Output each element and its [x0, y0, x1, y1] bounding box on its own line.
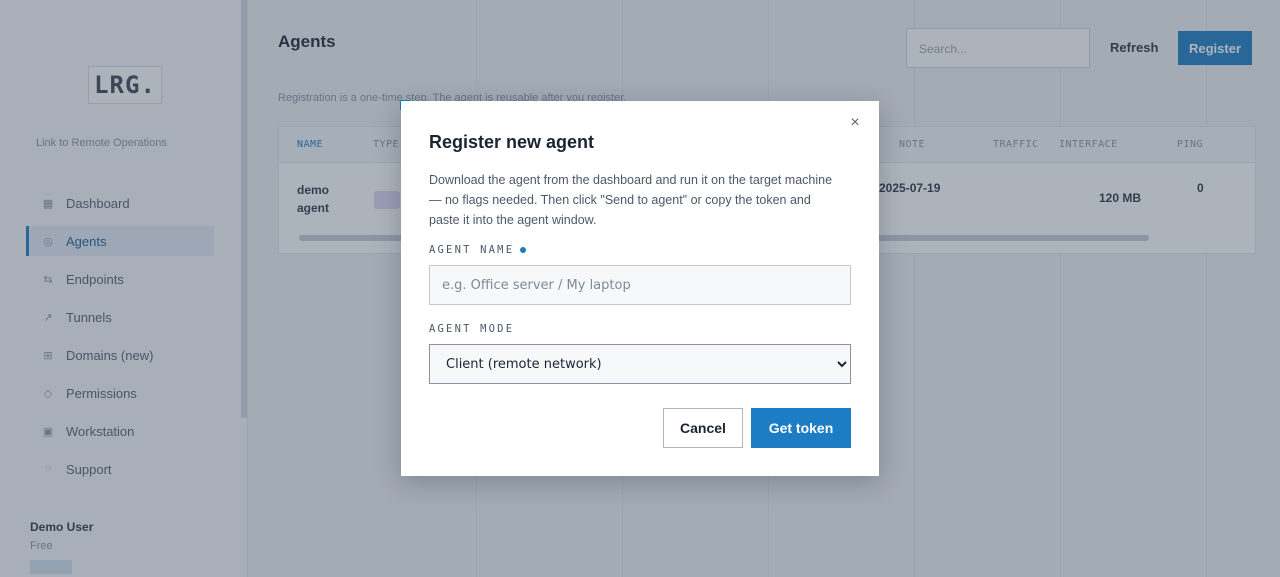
cancel-button[interactable]: Cancel	[663, 408, 743, 448]
agent-name-label-text: AGENT NAME	[429, 244, 515, 256]
agent-name-label: AGENT NAME	[429, 244, 527, 256]
agent-mode-label: AGENT MODE	[429, 323, 514, 335]
agent-mode-select[interactable]: Client (remote network)	[429, 344, 851, 384]
register-agent-dialog: × Register new agent Download the agent …	[401, 101, 879, 476]
close-icon[interactable]: ×	[847, 115, 863, 131]
dialog-title: Register new agent	[429, 132, 595, 152]
agent-mode-label-text: AGENT MODE	[429, 323, 515, 335]
get-token-button[interactable]: Get token	[751, 408, 851, 448]
required-indicator-icon	[520, 247, 527, 253]
agent-name-input[interactable]	[429, 265, 851, 305]
dialog-description: Download the agent from the dashboard an…	[429, 173, 833, 227]
